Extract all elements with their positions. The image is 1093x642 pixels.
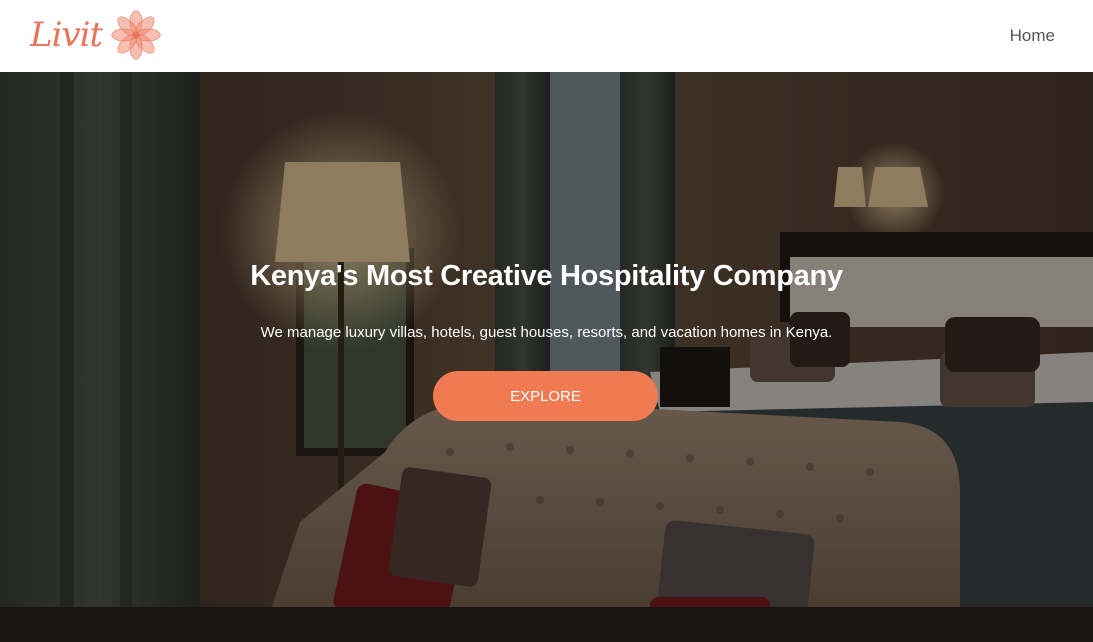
explore-button[interactable]: EXPLORE	[433, 371, 658, 421]
hero-title: Kenya's Most Creative Hospitality Compan…	[250, 260, 843, 292]
nav-home-link[interactable]: Home	[1010, 26, 1055, 46]
hero-subtitle: We manage luxury villas, hotels, guest h…	[260, 324, 833, 341]
hero-section: Kenya's Most Creative Hospitality Compan…	[0, 72, 1093, 642]
logo-link[interactable]: Livit	[30, 8, 162, 62]
navbar: Livit Home	[0, 0, 1093, 72]
logo-text: Livit	[30, 15, 103, 55]
hero-content: Kenya's Most Creative Hospitality Compan…	[0, 72, 1093, 642]
lotus-flower-icon	[111, 10, 161, 60]
